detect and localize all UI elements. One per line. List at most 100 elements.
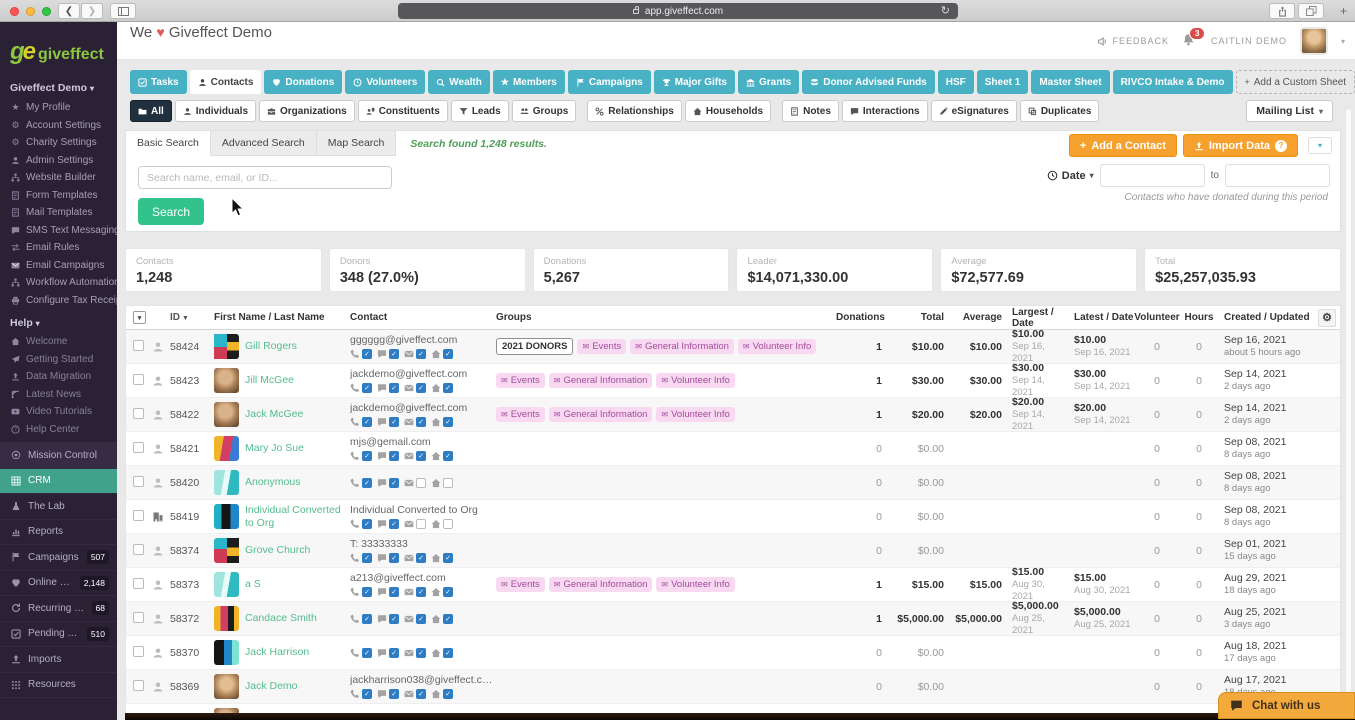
- row-checkbox[interactable]: [133, 373, 144, 385]
- search-input[interactable]: [138, 166, 392, 189]
- contact-name-link[interactable]: Jill McGee: [245, 374, 294, 386]
- add-contact-button[interactable]: + Add a Contact: [1068, 134, 1177, 157]
- channel-checkbox[interactable]: ✓: [362, 416, 372, 427]
- entity-tab-esignatures[interactable]: eSignatures: [930, 100, 1017, 122]
- channel-checkbox[interactable]: ✓: [443, 586, 453, 597]
- contact-name-link[interactable]: Jack Harrison: [245, 646, 309, 658]
- channel-checkbox[interactable]: ✓: [362, 552, 372, 563]
- sheet-tab-grants[interactable]: Grants: [737, 70, 800, 94]
- group-badge[interactable]: ✉General Information: [548, 577, 653, 592]
- table-row[interactable]: 58421 Mary Jo Sue mjs@gemail.com ✓ ✓ ✓ ✓ 0 $0.00…: [126, 432, 1340, 466]
- row-checkbox[interactable]: [133, 543, 144, 555]
- sidebar-org-selector[interactable]: Giveffect Demo ▾: [0, 76, 117, 99]
- sidebar-item-admin-settings[interactable]: Admin Settings: [0, 152, 117, 170]
- sidebar-item-help-center[interactable]: ? Help Center: [0, 421, 117, 439]
- notifications-button[interactable]: 3: [1182, 27, 1206, 49]
- column-created-updated[interactable]: Created / Updated: [1218, 312, 1314, 323]
- sheet-tab-tasks[interactable]: Tasks: [130, 70, 187, 94]
- channel-checkbox[interactable]: ✓: [443, 382, 453, 393]
- entity-tab-interactions[interactable]: Interactions: [841, 100, 928, 122]
- row-checkbox[interactable]: [133, 509, 144, 521]
- sidebar-item-video-tutorials[interactable]: Video Tutorials: [0, 403, 117, 421]
- sidebar-item-latest-news[interactable]: Latest News: [0, 386, 117, 404]
- channel-checkbox[interactable]: ✓: [389, 586, 399, 597]
- channel-checkbox[interactable]: ✓: [416, 552, 426, 563]
- channel-checkbox[interactable]: [443, 478, 453, 488]
- group-badge[interactable]: ✉Events: [496, 373, 545, 388]
- sidebar-toggle-button[interactable]: [110, 3, 136, 19]
- scrollbar[interactable]: [1345, 108, 1352, 718]
- channel-checkbox[interactable]: ✓: [443, 348, 453, 359]
- date-filter-dropdown[interactable]: Date ▾: [1047, 170, 1094, 182]
- contact-name-link[interactable]: Gill Rogers: [245, 340, 297, 352]
- column-donations[interactable]: Donations: [836, 312, 885, 323]
- row-checkbox[interactable]: [133, 339, 144, 351]
- channel-checkbox[interactable]: ✓: [416, 348, 426, 359]
- sheet-tab-volunteers[interactable]: Volunteers: [345, 70, 426, 94]
- table-row[interactable]: 58424 Gill Rogers gggggg@giveffect.com ✓ ✓ ✓ ✓…: [126, 328, 1340, 364]
- channel-checkbox[interactable]: ✓: [362, 478, 372, 488]
- sidebar-item-sms-text-messaging[interactable]: SMS Text Messaging: [0, 222, 117, 240]
- channel-checkbox[interactable]: ✓: [443, 416, 453, 427]
- column-volunteer[interactable]: Volunteer: [1134, 312, 1180, 323]
- tab-advanced-search[interactable]: Advanced Search: [210, 131, 317, 156]
- contact-name-link[interactable]: Individual Converted to Org: [245, 504, 350, 528]
- table-row[interactable]: 58422 Jack McGee jackdemo@giveffect.com ✓ ✓ ✓…: [126, 396, 1340, 432]
- column-latest-date[interactable]: Latest / Date: [1068, 312, 1134, 323]
- channel-checkbox[interactable]: ✓: [443, 552, 453, 563]
- sidebar-help-header[interactable]: Help ▾: [0, 309, 117, 333]
- column-contact[interactable]: Contact: [350, 312, 496, 323]
- channel-checkbox[interactable]: ✓: [416, 688, 426, 699]
- entity-tab-organizations[interactable]: Organizations: [259, 100, 355, 122]
- share-button[interactable]: [1269, 3, 1295, 19]
- group-badge[interactable]: ✉Events: [577, 339, 627, 354]
- sidebar-item-campaigns[interactable]: Campaigns 507: [0, 545, 117, 571]
- table-row[interactable]: 58373 a Sa213@giveffect.com ✓ ✓ ✓ ✓ ✉ Events ✉ Ge…: [126, 566, 1340, 602]
- channel-checkbox[interactable]: ✓: [416, 416, 426, 427]
- channel-checkbox[interactable]: ✓: [362, 586, 372, 597]
- sidebar-item-crm[interactable]: CRM: [0, 468, 117, 494]
- channel-checkbox[interactable]: ✓: [389, 552, 399, 563]
- sheet-tab-contacts[interactable]: Contacts: [189, 70, 262, 94]
- new-tab-button[interactable]: +: [1340, 4, 1347, 18]
- sheet-tab-donations[interactable]: Donations: [264, 70, 343, 94]
- channel-checkbox[interactable]: ✓: [389, 382, 399, 393]
- channel-checkbox[interactable]: [416, 518, 426, 529]
- group-badge[interactable]: ✉Volunteer Info: [656, 373, 735, 388]
- sidebar-item-mail-templates[interactable]: Mail Templates: [0, 204, 117, 222]
- sheet-tab-hsf[interactable]: HSF: [937, 70, 974, 94]
- feedback-button[interactable]: FEEDBACK: [1097, 36, 1169, 47]
- sidebar-item-resources[interactable]: Resources: [0, 673, 117, 698]
- sheet-tab-members[interactable]: ★ Members: [492, 70, 565, 94]
- entity-tab-groups[interactable]: Groups: [511, 100, 577, 122]
- channel-checkbox[interactable]: ✓: [389, 416, 399, 427]
- channel-checkbox[interactable]: ✓: [416, 450, 426, 461]
- column-largest-date[interactable]: Largest / Date: [1002, 307, 1068, 329]
- channel-checkbox[interactable]: ✓: [389, 450, 399, 461]
- group-badge[interactable]: ✉General Information: [630, 339, 734, 354]
- channel-checkbox[interactable]: ✓: [362, 518, 372, 529]
- sidebar-item-reports[interactable]: Reports: [0, 520, 117, 545]
- sidebar-item-getting-started[interactable]: Getting Started: [0, 351, 117, 369]
- tab-overview-button[interactable]: [1298, 3, 1324, 19]
- row-checkbox[interactable]: [133, 407, 144, 419]
- entity-tab-all[interactable]: All: [130, 100, 172, 122]
- sidebar-item-workflow-automation[interactable]: Workflow Automation: [0, 274, 117, 292]
- group-badge[interactable]: ✉Events: [496, 407, 545, 422]
- zoom-window-icon[interactable]: [42, 7, 51, 16]
- sidebar-item-form-templates[interactable]: Form Templates: [0, 187, 117, 205]
- sidebar-item-charity-settings[interactable]: ⚙ Charity Settings: [0, 134, 117, 152]
- table-settings-button[interactable]: ⚙: [1314, 308, 1340, 327]
- entity-tab-individuals[interactable]: Individuals: [174, 100, 257, 122]
- sheet-tab-master-sheet[interactable]: Master Sheet: [1031, 70, 1110, 94]
- sidebar-item-email-rules[interactable]: Email Rules: [0, 239, 117, 257]
- contact-name-link[interactable]: a S: [245, 578, 261, 590]
- contact-name-link[interactable]: Mary Jo Sue: [245, 442, 304, 454]
- table-row[interactable]: 58369 Jack Demo jackharrison038@giveffect.…: [126, 670, 1340, 704]
- contact-name-link[interactable]: Anonymous: [245, 476, 300, 488]
- select-all-dropdown[interactable]: ▾: [126, 311, 152, 324]
- channel-checkbox[interactable]: ✓: [443, 614, 453, 624]
- channel-checkbox[interactable]: ✓: [362, 450, 372, 461]
- table-row[interactable]: 58374 Grove Church T: 33333333 ✓ ✓ ✓ ✓ 0 $0.00 0 0…: [126, 534, 1340, 568]
- row-checkbox[interactable]: [133, 645, 144, 657]
